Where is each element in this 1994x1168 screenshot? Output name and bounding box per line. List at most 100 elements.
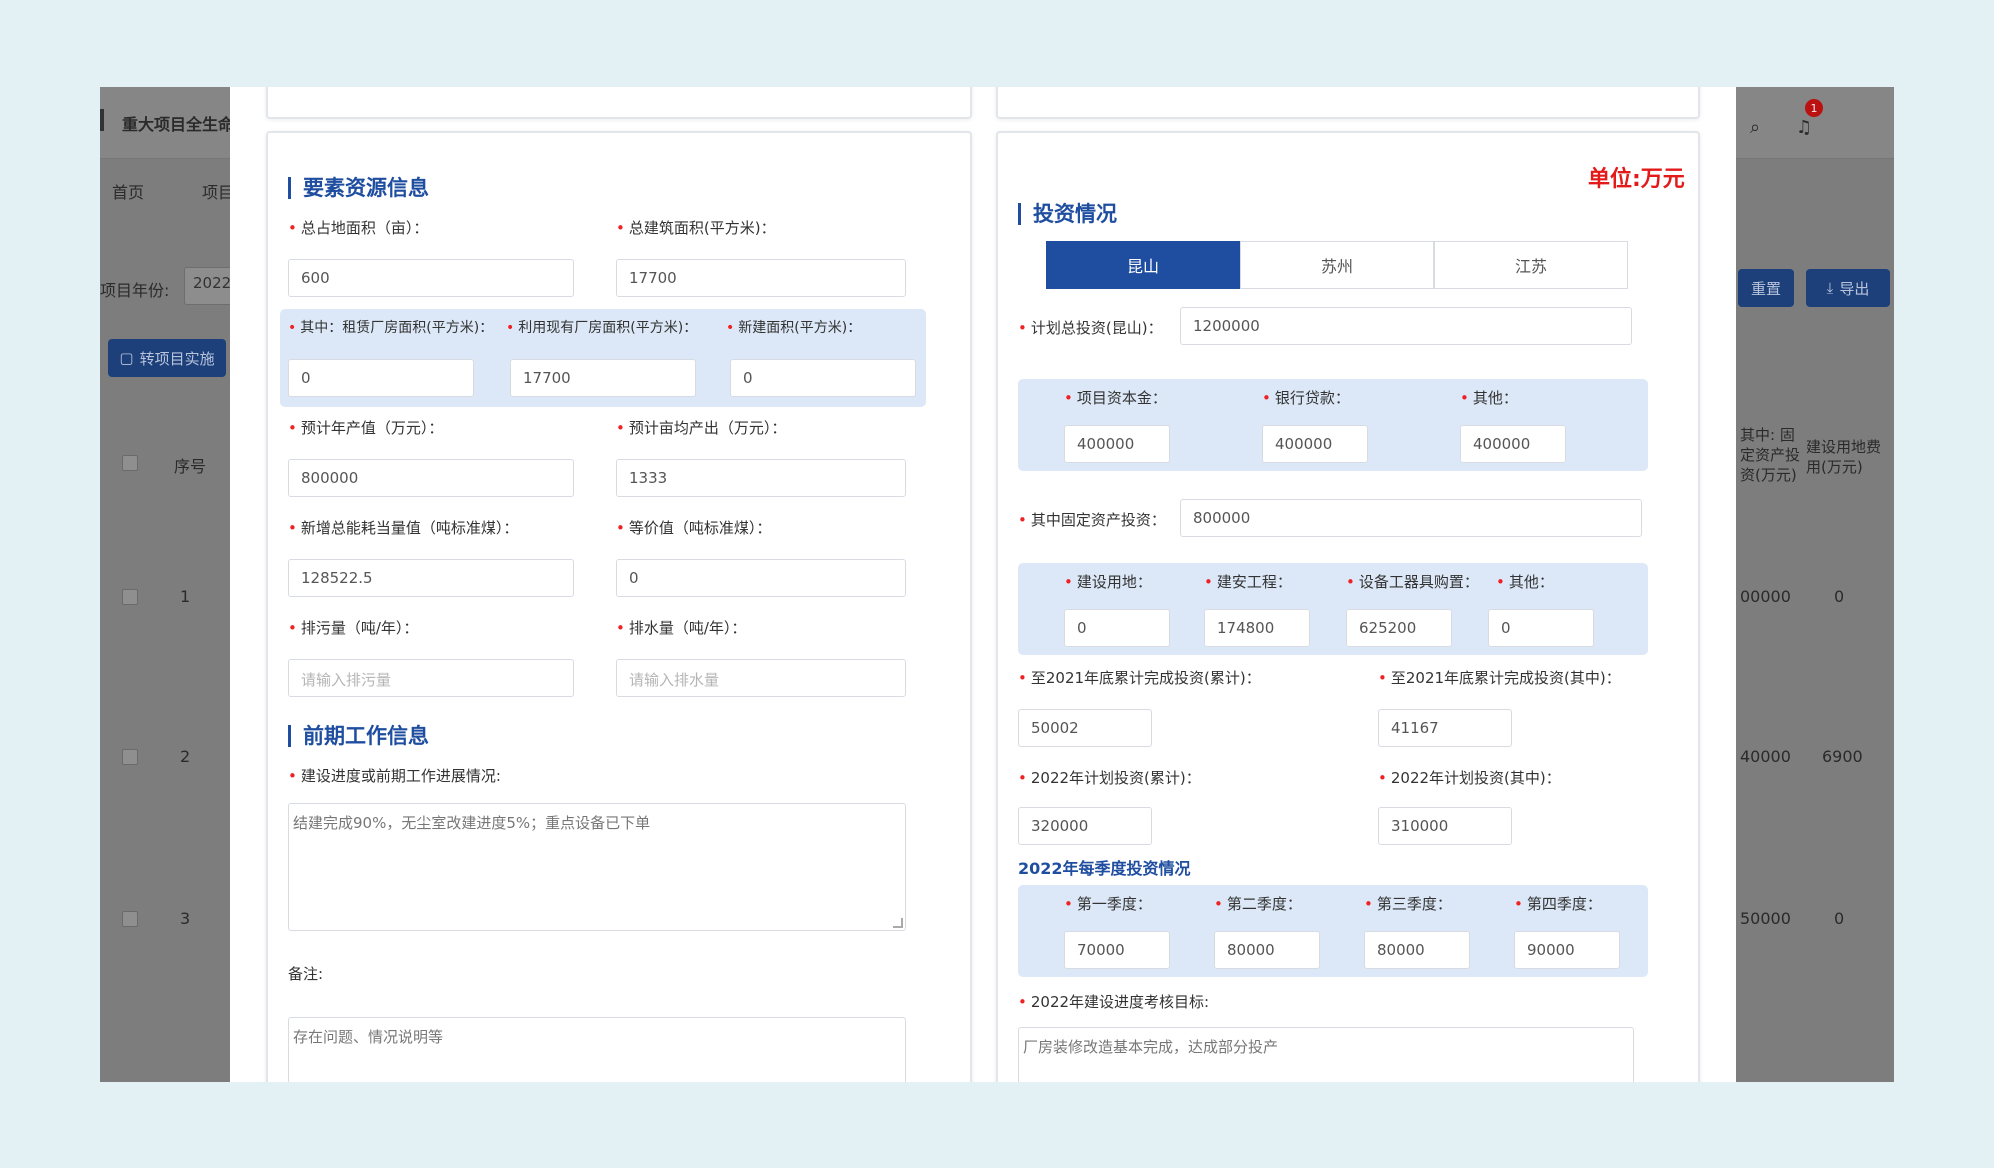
cell-land: 0 [1834,909,1845,928]
total-land-input[interactable]: 600 [288,259,574,297]
app-logo-bar [100,109,104,131]
existing-input[interactable]: 17700 [510,359,696,397]
plan-total-input[interactable]: 1200000 [1180,307,1632,345]
progress-label: • 建设进度或前期工作进展情况: [288,767,501,785]
convert-project-button[interactable]: ▢ 转项目实施 [108,339,226,377]
cumulative-total-input[interactable]: 50002 [1018,709,1152,747]
investment-panel: 单位:万元 投资情况 昆山 苏州 江苏 • 计划总投资(昆山)： 1200000 … [996,131,1700,1082]
water-input[interactable]: 请输入排水量 [616,659,906,697]
bank-loan-input[interactable]: 400000 [1262,425,1368,463]
emission-label: • 排污量（吨/年）： [288,619,419,637]
previous-panel-right [996,87,1700,119]
equipment-input[interactable]: 625200 [1346,609,1452,647]
q4-label: • 第四季度： [1514,895,1602,913]
total-building-label: • 总建筑面积(平方米)： [616,219,776,237]
screenshot-frame: 重大项目全生命 首页 项目 项目年份: 2022 ▢ 转项目实施 序号 1 2 3… [0,0,1994,1168]
equipment-label: • 设备工器具购置： [1346,573,1479,591]
water-label: • 排水量（吨/年）： [616,619,747,637]
per-mu-input[interactable]: 1333 [616,459,906,497]
resource-section-title: 要素资源信息 [288,177,429,199]
plan-2022-total-input[interactable]: 320000 [1018,807,1152,845]
export-button[interactable]: ⤓ 导出 [1806,269,1890,307]
row-index: 3 [180,909,191,928]
new-area-input[interactable]: 0 [730,359,916,397]
q1-input[interactable]: 70000 [1064,931,1170,969]
own-capital-input[interactable]: 400000 [1064,425,1170,463]
leased-label: • 其中：租赁厂房面积(平方米)： [288,320,494,336]
cell-land: 6900 [1822,747,1863,766]
column-header-land: 建设用地费用(万元) [1806,438,1882,476]
q2-input[interactable]: 80000 [1214,931,1320,969]
app-title: 重大项目全生命 [122,115,235,134]
quarterly-group: • 第一季度： • 第二季度： • 第三季度： • 第四季度： 70000 80000 … [1018,885,1648,977]
notification-badge: 1 [1805,99,1823,117]
capital-other-input[interactable]: 400000 [1460,425,1566,463]
new-area-label: • 新建面积(平方米)： [726,320,862,336]
progress-textarea[interactable]: 结建完成90%，无尘室改建进度5%；重点设备已下单 [288,803,906,931]
q3-label: • 第三季度： [1364,895,1452,913]
capital-group: • 项目资本金： • 银行贷款： • 其他： 400000 400000 400000 [1018,379,1648,471]
tab-suzhou[interactable]: 苏州 [1240,241,1434,289]
tab-jiangsu[interactable]: 江苏 [1434,241,1628,289]
breakdown-other-label: • 其他： [1496,573,1554,591]
cell-fixed: 00000 [1740,587,1791,606]
reset-button[interactable]: 重置 [1738,269,1794,307]
bell-icon[interactable]: ♫ [1796,117,1812,138]
row-checkbox[interactable] [122,911,138,927]
total-building-input[interactable]: 17700 [616,259,906,297]
plan-total-label: • 计划总投资(昆山)： [1018,319,1163,337]
land-input[interactable]: 0 [1064,609,1170,647]
q4-input[interactable]: 90000 [1514,931,1620,969]
convert-project-label: 转项目实施 [139,349,215,368]
leased-input[interactable]: 0 [288,359,474,397]
row-checkbox[interactable] [122,589,138,605]
target-textarea[interactable]: 厂房装修改造基本完成，达成部分投产 [1018,1027,1634,1082]
remark-label: 备注: [288,965,324,983]
annual-output-input[interactable]: 800000 [288,459,574,497]
investment-section-title: 投资情况 [1018,203,1117,225]
plan-2022-fixed-label: • 2022年计划投资(其中)： [1378,769,1561,787]
row-checkbox[interactable] [122,749,138,765]
search-icon[interactable]: ⌕ [1750,117,1760,138]
remark-text: 存在问题、情况说明等 [293,1028,444,1046]
progress-text: 结建完成90%，无尘室改建进度5%；重点设备已下单 [293,814,651,832]
project-detail-modal: 要素资源信息 • 总占地面积（亩）： • 总建筑面积(平方米)： 600 17700… [230,87,1736,1082]
tab-kunshan[interactable]: 昆山 [1046,241,1240,289]
breakdown-other-input[interactable]: 0 [1488,609,1594,647]
per-mu-label: • 预计亩均产出（万元）： [616,419,787,437]
target-label: • 2022年建设进度考核目标: [1018,993,1210,1011]
building-area-group: • 其中：租赁厂房面积(平方米)： • 利用现有厂房面积(平方米)： • 新建面积(平… [280,309,926,407]
column-header-fixed: 其中: 固定资产投资(万元) [1740,426,1801,484]
cumulative-fixed-input[interactable]: 41167 [1378,709,1512,747]
emission-input[interactable]: 请输入排污量 [288,659,574,697]
background-right-strip [1736,87,1894,1082]
land-label: • 建设用地： [1064,573,1152,591]
equivalent-input[interactable]: 0 [616,559,906,597]
cell-fixed: 50000 [1740,909,1791,928]
target-text: 厂房装修改造基本完成，达成部分投产 [1023,1038,1279,1056]
construction-label: • 建安工程： [1204,573,1292,591]
q1-label: • 第一季度： [1064,895,1152,913]
equivalent-label: • 等价值（吨标准煤）： [616,519,772,537]
download-icon: ⤓ [1826,279,1834,297]
background-left-strip [100,87,230,1082]
select-all-checkbox[interactable] [122,455,138,471]
energy-label: • 新增总能耗当量值（吨标准煤）： [288,519,519,537]
plan-2022-fixed-input[interactable]: 310000 [1378,807,1512,845]
unit-label: 单位:万元 [1588,167,1685,192]
row-index: 2 [180,747,191,766]
cumulative-total-label: • 至2021年底累计完成投资(累计)： [1018,669,1261,687]
q2-label: • 第二季度： [1214,895,1302,913]
remark-textarea[interactable]: 存在问题、情况说明等 [288,1017,906,1082]
cumulative-fixed-label: • 至2021年底累计完成投资(其中)： [1378,669,1621,687]
own-capital-label: • 项目资本金： [1064,389,1167,407]
fixed-investment-label: • 其中固定资产投资： [1018,511,1166,529]
nav-home[interactable]: 首页 [112,179,144,203]
construction-input[interactable]: 174800 [1204,609,1310,647]
energy-input[interactable]: 128522.5 [288,559,574,597]
resize-handle-icon[interactable] [893,918,903,928]
row-index: 1 [180,587,191,606]
fixed-investment-input[interactable]: 800000 [1180,499,1642,537]
column-header-index: 序号 [174,457,207,476]
q3-input[interactable]: 80000 [1364,931,1470,969]
